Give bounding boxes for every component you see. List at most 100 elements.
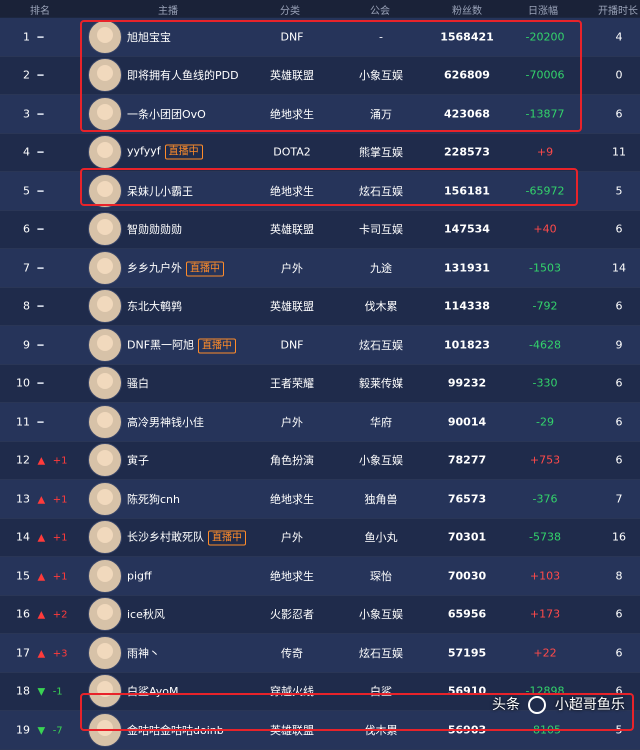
avatar[interactable] [88, 520, 122, 555]
avatar[interactable] [88, 212, 122, 247]
avatar[interactable] [88, 19, 122, 54]
anchor-name-cell[interactable]: 一条小团团OvO [127, 106, 206, 122]
anchor-name[interactable]: 旭旭宝宝 [127, 31, 171, 44]
anchor-name[interactable]: 智勋勋勋勋 [127, 223, 182, 236]
anchor-name[interactable]: 寅子 [127, 454, 149, 467]
anchor-name[interactable]: 即将拥有人鱼线的PDD [127, 69, 239, 82]
anchor-name[interactable]: 东北大鹌鹑 [127, 300, 182, 313]
anchor-name-cell[interactable]: DNF黑一阿旭 直播中 [127, 336, 237, 354]
table-row[interactable]: 17 ▲ +3 雨神丶 传奇 炫石互娱 57195 +22 6 [0, 634, 640, 673]
table-row[interactable]: 12 ▲ +1 寅子 角色扮演 小象互娱 78277 +753 6 [0, 441, 640, 480]
anchor-name[interactable]: 长沙乡村敢死队 [127, 531, 204, 544]
table-row[interactable]: 15 ▲ +1 pigff 绝地求生 琛怡 70030 +103 8 [0, 557, 640, 596]
no-change-icon: ━ [37, 417, 44, 429]
avatar[interactable] [88, 443, 122, 478]
anchor-name-cell[interactable]: pigff [127, 569, 152, 582]
table-row[interactable]: 5 ━ 呆妹儿小霸王 绝地求生 炫石互娱 156181 -65972 5 [0, 172, 640, 211]
rank-number: 5 [23, 184, 30, 198]
table-row[interactable]: 19 ▼ -7 金咕咕金咕咕doinb 英雄联盟 伐木累 56903 -8105… [0, 711, 640, 750]
table-row[interactable]: 8 ━ 东北大鹌鹑 英雄联盟 伐木累 114338 -792 6 [0, 287, 640, 326]
guild-cell: 涌万 [370, 107, 392, 121]
table-row[interactable]: 3 ━ 一条小团团OvO 绝地求生 涌万 423068 -13877 6 [0, 95, 640, 134]
avatar[interactable] [88, 712, 122, 747]
rank-number: 19 [16, 723, 30, 737]
avatar[interactable] [88, 173, 122, 208]
avatar[interactable] [88, 327, 122, 362]
anchor-name[interactable]: 骚白 [127, 377, 149, 390]
table-row[interactable]: 1 ━ 旭旭宝宝 DNF - 1568421 -20200 4 [0, 18, 640, 57]
avatar[interactable] [88, 481, 122, 516]
rank-delta: +1 [52, 571, 68, 583]
guild-cell: 小象互娱 [359, 608, 403, 622]
anchor-name-cell[interactable]: 高冷男神钱小佳 [127, 414, 204, 430]
fans-cell: 131931 [444, 261, 490, 275]
anchor-name[interactable]: 金咕咕金咕咕doinb [127, 724, 224, 737]
table-row[interactable]: 13 ▲ +1 陈死狗cnh 绝地求生 独角兽 76573 -376 7 [0, 480, 640, 519]
avatar[interactable] [88, 289, 122, 324]
anchor-name-cell[interactable]: 金咕咕金咕咕doinb [127, 722, 224, 738]
table-row[interactable]: 16 ▲ +2 ice秋风 火影忍者 小象互娱 65956 +173 6 [0, 595, 640, 634]
anchor-name-cell[interactable]: 寅子 [127, 452, 149, 468]
anchor-name-cell[interactable]: 雨神丶 [127, 645, 160, 661]
table-row[interactable]: 14 ▲ +1 长沙乡村敢死队 直播中 户外 鱼小丸 70301 -5738 16 [0, 518, 640, 557]
anchor-name[interactable]: ice秋风 [127, 608, 165, 621]
live-badge[interactable]: 直播中 [198, 338, 237, 354]
avatar[interactable] [88, 366, 122, 401]
anchor-name[interactable]: DNF黑一阿旭 [127, 338, 194, 351]
anchor-name-cell[interactable]: 骚白 [127, 375, 149, 391]
no-change-icon: ━ [37, 32, 44, 44]
avatar[interactable] [88, 558, 122, 593]
anchor-name[interactable]: 雨神丶 [127, 647, 160, 660]
anchor-name[interactable]: 高冷男神钱小佳 [127, 416, 204, 429]
anchor-name-cell[interactable]: 长沙乡村敢死队 直播中 [127, 529, 246, 546]
table-row[interactable]: 4 ━ yyfyyf 直播中 DOTA2 熊掌互娱 228573 +9 11 [0, 133, 640, 172]
anchor-name[interactable]: 一条小团团OvO [127, 108, 206, 121]
anchor-name[interactable]: pigff [127, 569, 152, 582]
anchor-name-cell[interactable]: 智勋勋勋勋 [127, 221, 182, 237]
avatar[interactable] [88, 404, 122, 439]
hours-cell: 6 [615, 222, 623, 236]
category-cell: 绝地求生 [270, 107, 314, 121]
live-badge[interactable]: 直播中 [164, 144, 203, 160]
avatar[interactable] [88, 635, 122, 670]
daily-change-cell: -20200 [525, 30, 565, 44]
avatar[interactable] [88, 58, 122, 93]
daily-change-cell: +173 [529, 607, 561, 621]
live-badge[interactable]: 直播中 [186, 261, 224, 277]
avatar[interactable] [88, 674, 122, 709]
avatar[interactable] [88, 96, 122, 131]
anchor-name[interactable]: yyfyyf [127, 145, 161, 158]
guild-cell: 伐木累 [364, 723, 398, 737]
guild-cell: 华府 [370, 415, 392, 429]
anchor-name-cell[interactable]: yyfyyf 直播中 [127, 144, 203, 160]
table-row[interactable]: 9 ━ DNF黑一阿旭 直播中 DNF 炫石互娱 101823 -4628 9 [0, 326, 640, 365]
avatar[interactable] [88, 135, 122, 170]
anchor-name-cell[interactable]: 乡乡九户外 直播中 [127, 259, 224, 277]
avatar[interactable] [88, 250, 122, 285]
anchor-name-cell[interactable]: 旭旭宝宝 [127, 29, 171, 45]
hours-cell: 5 [615, 723, 623, 737]
table-row[interactable]: 7 ━ 乡乡九户外 直播中 户外 九途 131931 -1503 14 [0, 249, 640, 288]
anchor-name-cell[interactable]: 即将拥有人鱼线的PDD [127, 67, 239, 83]
anchor-header: 主播 [158, 6, 178, 17]
live-badge[interactable]: 直播中 [208, 530, 246, 546]
avatar[interactable] [88, 597, 122, 632]
anchor-name-cell[interactable]: 呆妹儿小霸王 [127, 183, 193, 199]
table-row[interactable]: 11 ━ 高冷男神钱小佳 户外 华府 90014 -29 6 [0, 403, 640, 442]
anchor-name[interactable]: 白鲨AyoM [127, 685, 179, 698]
table-row[interactable]: 10 ━ 骚白 王者荣耀 毅莱传媒 99232 -330 6 [0, 364, 640, 403]
anchor-name-cell[interactable]: 陈死狗cnh [127, 491, 180, 507]
fans-cell: 228573 [444, 145, 490, 159]
table-row[interactable]: 2 ━ 即将拥有人鱼线的PDD 英雄联盟 小象互娱 626809 -70006 … [0, 56, 640, 95]
anchor-name-cell[interactable]: 白鲨AyoM [127, 683, 179, 699]
anchor-name[interactable]: 乡乡九户外 [127, 261, 182, 274]
anchor-name[interactable]: 呆妹儿小霸王 [127, 185, 193, 198]
category-cell: 王者荣耀 [270, 377, 314, 391]
fans-cell: 114338 [444, 299, 490, 313]
anchor-name-cell[interactable]: ice秋风 [127, 606, 165, 622]
rank-number: 1 [23, 30, 30, 44]
daily-change-header: 日涨幅 [528, 6, 558, 17]
anchor-name[interactable]: 陈死狗cnh [127, 493, 180, 506]
table-row[interactable]: 6 ━ 智勋勋勋勋 英雄联盟 卡司互娱 147534 +40 6 [0, 210, 640, 249]
anchor-name-cell[interactable]: 东北大鹌鹑 [127, 298, 182, 314]
